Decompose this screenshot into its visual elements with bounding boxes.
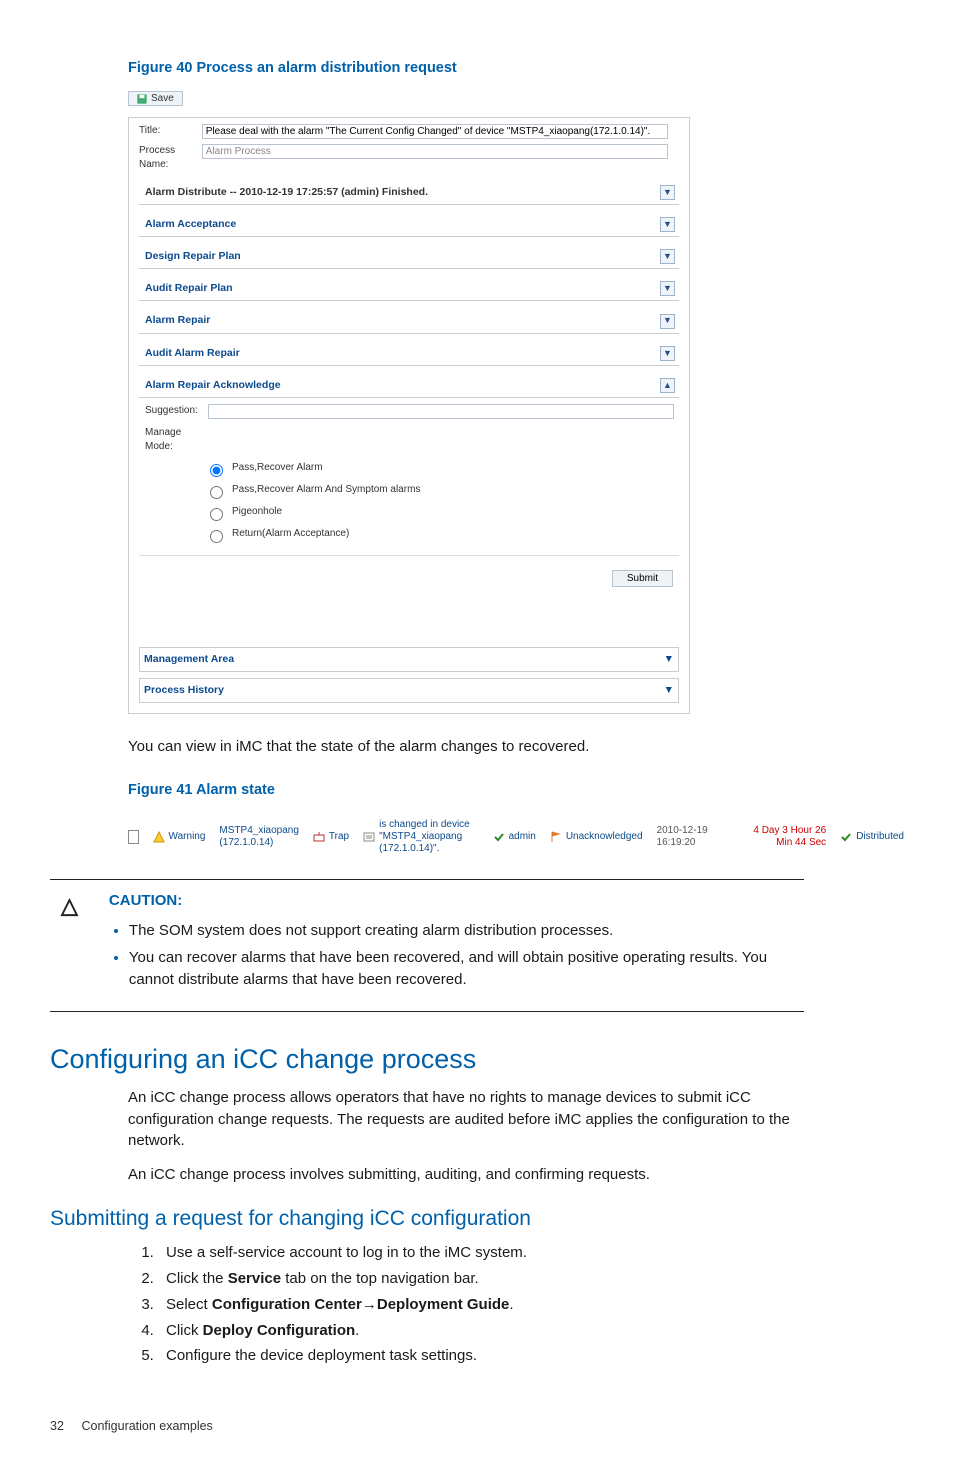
radio-pass-recover-symptom[interactable] <box>210 486 223 499</box>
h1-configuring-icc: Configuring an iCC change process <box>50 1040 804 1079</box>
chevron-down-icon: ▼ <box>660 217 675 232</box>
save-button[interactable]: Save <box>128 91 183 106</box>
trap-icon <box>313 831 325 843</box>
chevron-down-icon: ▼ <box>664 652 674 667</box>
manage-mode-label: Manage Mode: <box>145 426 205 455</box>
submit-button[interactable]: Submit <box>612 570 673 587</box>
title-label: Title: <box>139 124 199 139</box>
desc-cell[interactable]: is changed in device "MSTP4_xiaopang (17… <box>363 819 478 855</box>
body-text-1: You can view in iMC that the state of th… <box>50 736 804 758</box>
chevron-down-icon: ▼ <box>660 185 675 200</box>
step-3: Select Configuration Center→Deployment G… <box>158 1294 804 1316</box>
figure-40-title: Figure 40 Process an alarm distribution … <box>50 58 804 79</box>
para-2: An iCC change process involves submittin… <box>50 1164 804 1186</box>
panel-alarm-repair[interactable]: Alarm Repair ▼ <box>139 309 679 333</box>
process-name-label: Process Name: <box>139 144 199 173</box>
duration-cell: 4 Day 3 Hour 26 Min 44 Sec <box>737 825 826 849</box>
step-4: Click Deploy Configuration. <box>158 1320 804 1342</box>
panel-alarm-distribute[interactable]: Alarm Distribute -- 2010-12-19 17:25:57 … <box>139 181 679 205</box>
save-label: Save <box>151 93 174 104</box>
dist-cell: Distributed <box>840 830 904 845</box>
chevron-down-icon: ▼ <box>660 346 675 361</box>
para-1: An iCC change process allows operators t… <box>50 1087 804 1152</box>
panel-audit-repair-plan[interactable]: Audit Repair Plan ▼ <box>139 277 679 301</box>
caution-item-2: You can recover alarms that have been re… <box>129 947 804 991</box>
chevron-down-icon: ▼ <box>664 683 674 698</box>
panel-alarm-acceptance[interactable]: Alarm Acceptance ▼ <box>139 213 679 237</box>
list-icon <box>363 831 375 843</box>
check-icon <box>493 831 505 843</box>
radio-pigeonhole[interactable] <box>210 508 223 521</box>
h2-submitting-request: Submitting a request for changing iCC co… <box>50 1204 804 1234</box>
suggestion-label: Suggestion: <box>145 404 205 419</box>
figure-40-screenshot: Save Title: Process Name: Alarm Distribu… <box>128 91 690 714</box>
radio-pass-recover[interactable] <box>210 464 223 477</box>
footer-label: Configuration examples <box>81 1419 212 1433</box>
figure-41-title: Figure 41 Alarm state <box>50 780 804 801</box>
step-1: Use a self-service account to log in to … <box>158 1242 804 1264</box>
title-input[interactable] <box>202 124 668 139</box>
panel-ack-body: Suggestion: Manage Mode: Pass,Recover Al… <box>139 398 679 556</box>
panel-audit-alarm-repair[interactable]: Audit Alarm Repair ▼ <box>139 342 679 366</box>
chevron-up-icon: ▲ <box>660 378 675 393</box>
suggestion-input[interactable] <box>208 404 674 419</box>
flag-icon <box>550 831 562 843</box>
device-cell[interactable]: MSTP4_xiaopang (172.1.0.14) <box>219 825 299 849</box>
time-cell: 2010-12-19 16:19:20 <box>657 825 723 849</box>
user-cell: admin <box>493 830 536 845</box>
step-2: Click the Service tab on the top navigat… <box>158 1268 804 1290</box>
caution-item-1: The SOM system does not support creating… <box>129 920 804 942</box>
figure-41-row: Warning MSTP4_xiaopang (172.1.0.14) Trap… <box>128 813 904 861</box>
ack-cell[interactable]: Unacknowledged <box>550 830 643 845</box>
save-icon <box>137 94 147 104</box>
check-icon <box>840 831 852 843</box>
caution-title: CAUTION: <box>109 890 804 912</box>
step-5: Configure the device deployment task set… <box>158 1345 804 1367</box>
severity-cell: Warning <box>153 830 206 845</box>
caution-icon: △ <box>50 890 89 997</box>
process-name-input[interactable] <box>202 144 668 159</box>
steps-list: Use a self-service account to log in to … <box>50 1242 804 1367</box>
page-number: 32 <box>50 1417 78 1435</box>
page-footer: 32 Configuration examples <box>50 1417 804 1435</box>
panel-management-area[interactable]: Management Area ▼ <box>139 647 679 672</box>
caution-block: △ CAUTION: The SOM system does not suppo… <box>50 879 804 1012</box>
trap-cell: Trap <box>313 830 349 845</box>
chevron-down-icon: ▼ <box>660 281 675 296</box>
chevron-down-icon: ▼ <box>660 249 675 264</box>
warning-icon <box>153 831 165 843</box>
panel-alarm-repair-ack[interactable]: Alarm Repair Acknowledge ▲ <box>139 374 679 398</box>
radio-return[interactable] <box>210 530 223 543</box>
chevron-down-icon: ▼ <box>660 314 675 329</box>
panel-process-history[interactable]: Process History ▼ <box>139 678 679 703</box>
row-checkbox[interactable] <box>128 830 139 844</box>
panel-design-repair-plan[interactable]: Design Repair Plan ▼ <box>139 245 679 269</box>
